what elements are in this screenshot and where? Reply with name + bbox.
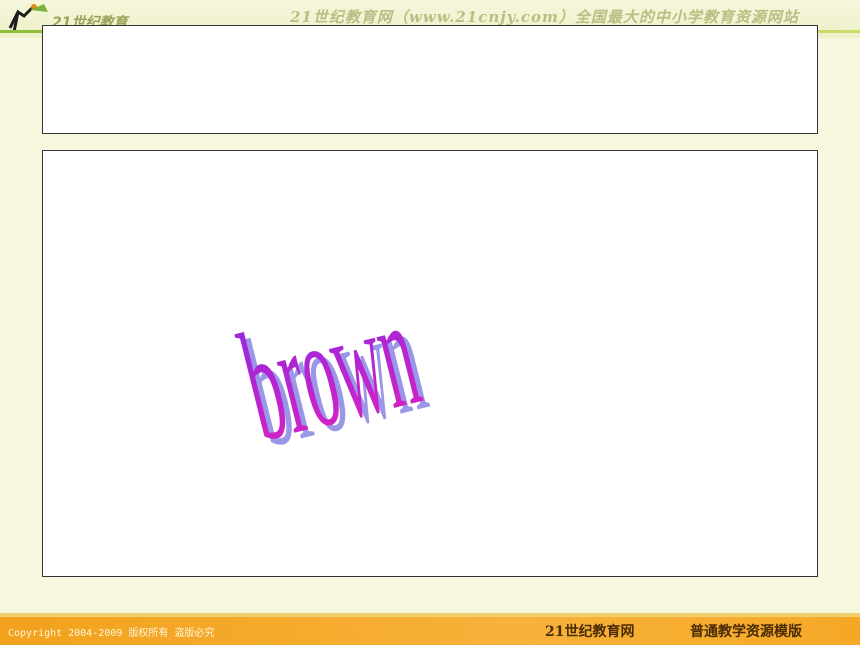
copyright-text: Copyright 2004-2009 版权所有 盗版必究 xyxy=(8,628,215,639)
slide-title-placeholder[interactable] xyxy=(42,25,818,134)
footer-bar: Copyright 2004-2009 版权所有 盗版必究 21世纪教育网 普通… xyxy=(0,617,860,645)
footer-tagline: 普通教学资源模版 xyxy=(690,624,802,640)
footer-brand[interactable]: 21世纪教育网 xyxy=(545,621,634,641)
slide-content-area[interactable]: brown brown xyxy=(42,150,818,577)
word-art: brown brown xyxy=(227,265,440,481)
